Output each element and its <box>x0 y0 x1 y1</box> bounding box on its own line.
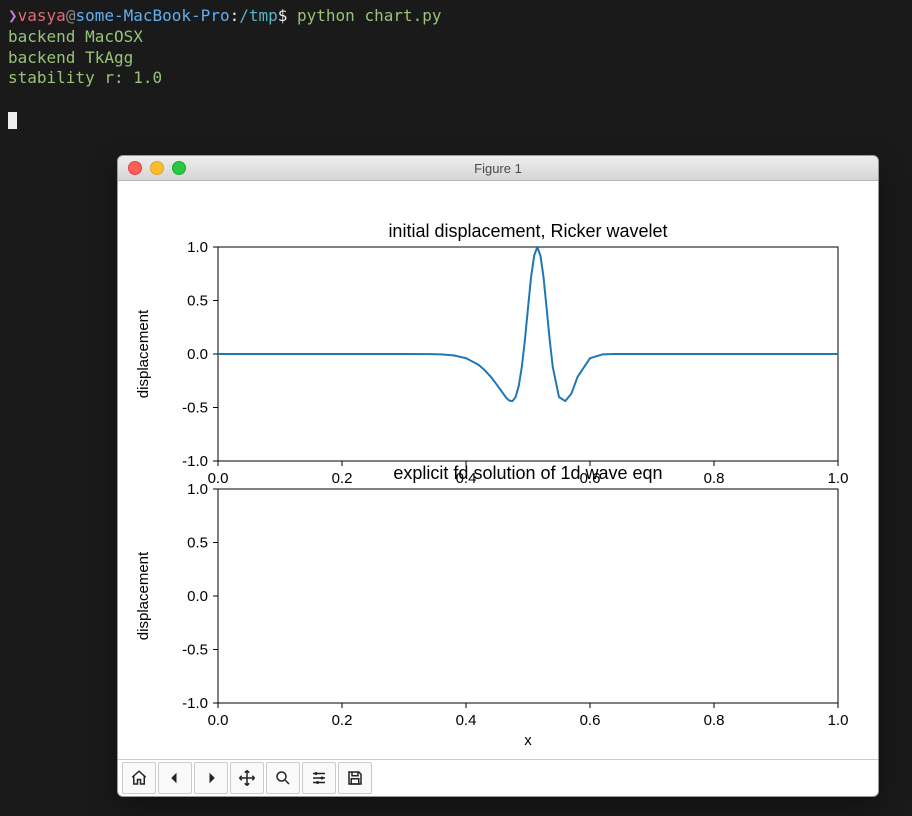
prompt-user: vasya <box>18 6 66 25</box>
prompt-path: /tmp <box>239 6 278 25</box>
arrow-right-icon <box>202 769 220 787</box>
svg-text:displacement: displacement <box>135 551 152 640</box>
svg-text:0.4: 0.4 <box>456 712 477 729</box>
prompt-command: python chart.py <box>297 6 442 25</box>
svg-text:x: x <box>524 732 532 749</box>
window-title: Figure 1 <box>118 161 878 176</box>
svg-text:0.6: 0.6 <box>580 712 601 729</box>
svg-text:-0.5: -0.5 <box>182 642 208 659</box>
svg-text:1.0: 1.0 <box>187 239 208 256</box>
svg-text:initial displacement, Ricker w: initial displacement, Ricker wavelet <box>388 221 667 241</box>
save-button[interactable] <box>338 762 372 794</box>
svg-text:0.2: 0.2 <box>332 470 353 487</box>
svg-text:0.8: 0.8 <box>704 712 725 729</box>
svg-text:0.5: 0.5 <box>187 293 208 310</box>
terminal-output-line: stability r: 1.0 <box>8 68 162 87</box>
svg-text:explicit fd solution of 1d wav: explicit fd solution of 1d wave eqn <box>393 463 662 483</box>
svg-text:1.0: 1.0 <box>187 481 208 498</box>
search-icon <box>274 769 292 787</box>
matplotlib-toolbar <box>118 759 878 796</box>
svg-text:0.5: 0.5 <box>187 535 208 552</box>
terminal[interactable]: ❯vasya@some-MacBook-Pro:/tmp$ python cha… <box>0 0 912 137</box>
svg-text:0.0: 0.0 <box>187 346 208 363</box>
prompt-dollar: $ <box>278 6 297 25</box>
home-button[interactable] <box>122 762 156 794</box>
pan-button[interactable] <box>230 762 264 794</box>
plot-canvas[interactable]: initial displacement, Ricker wavelet disp… <box>118 181 878 759</box>
save-icon <box>346 769 364 787</box>
svg-text:0.2: 0.2 <box>332 712 353 729</box>
home-icon <box>130 769 148 787</box>
svg-text:0.0: 0.0 <box>187 588 208 605</box>
arrow-left-icon <box>166 769 184 787</box>
prompt-host: some-MacBook-Pro <box>75 6 229 25</box>
terminal-output-line: backend TkAgg <box>8 48 133 67</box>
svg-text:-1.0: -1.0 <box>182 453 208 470</box>
terminal-output-line: backend MacOSX <box>8 27 143 46</box>
prompt-at: @ <box>66 6 76 25</box>
svg-text:-1.0: -1.0 <box>182 695 208 712</box>
svg-text:0.0: 0.0 <box>208 712 229 729</box>
prompt-caret: ❯ <box>8 6 18 25</box>
forward-button[interactable] <box>194 762 228 794</box>
svg-text:1.0: 1.0 <box>828 712 849 729</box>
svg-text:1.0: 1.0 <box>828 470 849 487</box>
svg-text:0.0: 0.0 <box>208 470 229 487</box>
sliders-icon <box>310 769 328 787</box>
figure-window[interactable]: Figure 1 initial displacement, Ricker wa… <box>117 155 879 797</box>
back-button[interactable] <box>158 762 192 794</box>
svg-text:displacement: displacement <box>135 309 152 398</box>
window-titlebar[interactable]: Figure 1 <box>118 156 878 181</box>
terminal-cursor <box>8 112 17 129</box>
prompt-colon: : <box>230 6 240 25</box>
move-icon <box>238 769 256 787</box>
svg-text:0.8: 0.8 <box>704 470 725 487</box>
zoom-button[interactable] <box>266 762 300 794</box>
configure-button[interactable] <box>302 762 336 794</box>
svg-text:-0.5: -0.5 <box>182 400 208 417</box>
